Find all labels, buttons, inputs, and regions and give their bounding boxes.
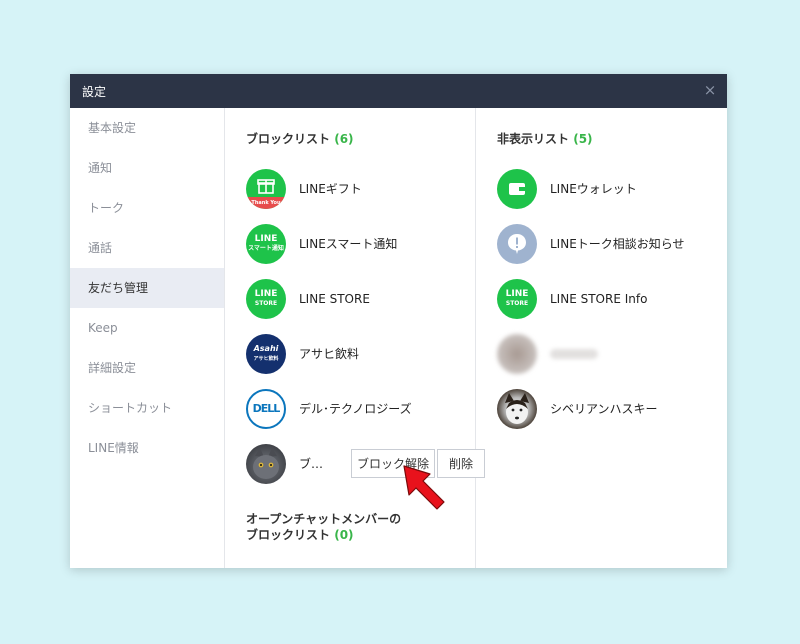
blurred-avatar xyxy=(497,333,537,374)
contact-name: LINEトーク相談お知らせ xyxy=(550,237,685,251)
husky-face-icon xyxy=(505,392,529,424)
contact-name: LINEギフト xyxy=(299,182,362,196)
hidden-list-count: (5) xyxy=(573,132,593,146)
close-icon[interactable]: × xyxy=(702,82,718,98)
contact-name: LINE STORE xyxy=(299,291,370,306)
blurred-name xyxy=(550,348,598,359)
contact-name: デル･テクノロジーズ xyxy=(299,402,412,416)
list-item[interactable]: LINEトーク相談お知らせ xyxy=(497,216,727,271)
wallet-icon xyxy=(509,182,525,195)
sidebar-item-advanced[interactable]: 詳細設定 xyxy=(70,348,224,388)
sidebar-item-calls[interactable]: 通話 xyxy=(70,228,224,268)
sidebar-item-keep[interactable]: Keep xyxy=(70,308,224,348)
list-item[interactable]: LINEウォレット xyxy=(497,161,727,216)
settings-sidebar: 基本設定 通知 トーク 通話 友だち管理 Keep 詳細設定 ショートカット L… xyxy=(70,108,225,568)
list-item[interactable]: Asahi アサヒ飲料 アサヒ飲料 xyxy=(246,326,475,381)
contact-name: アサヒ飲料 xyxy=(299,347,360,361)
contact-name: LINE STORE Info xyxy=(550,291,648,306)
contact-name: LINEスマート通知 xyxy=(299,237,398,251)
block-list-title: ブロックリスト (6) xyxy=(246,132,354,146)
sidebar-item-notifications[interactable]: 通知 xyxy=(70,148,224,188)
cat-avatar xyxy=(246,443,286,484)
list-item[interactable]: Thank You LINEギフト xyxy=(246,161,475,216)
sidebar-item-chats[interactable]: トーク xyxy=(70,188,224,228)
wallet-avatar xyxy=(497,168,537,209)
sidebar-item-about[interactable]: LINE情報 xyxy=(70,428,224,468)
contact-name: シベリアンハスキー xyxy=(550,402,658,416)
list-item[interactable]: シベリアンハスキー xyxy=(497,381,727,436)
gift-icon xyxy=(257,178,275,194)
hidden-list-title: 非表示リスト (5) xyxy=(497,132,593,146)
sidebar-item-shortcuts[interactable]: ショートカット xyxy=(70,388,224,428)
openchat-block-count: (0) xyxy=(334,528,354,542)
red-arrow-pointer-icon xyxy=(403,465,445,510)
sidebar-item-friends[interactable]: 友だち管理 xyxy=(70,268,224,308)
line-store-info-avatar: LINE STORE xyxy=(497,278,537,319)
info-avatar xyxy=(497,223,537,264)
block-list-count: (6) xyxy=(334,132,354,146)
settings-dialog: 設定 × 基本設定 通知 トーク 通話 友だち管理 Keep 詳細設定 ショート… xyxy=(70,74,727,568)
cat-face-icon xyxy=(253,447,279,479)
sidebar-item-basic[interactable]: 基本設定 xyxy=(70,108,224,148)
speech-exclamation-icon xyxy=(508,233,526,254)
list-item[interactable]: LINE STORE LINE STORE Info xyxy=(497,271,727,326)
title-bar: 設定 × xyxy=(70,74,727,108)
list-item[interactable]: LINE STORE LINE STORE xyxy=(246,271,475,326)
hidden-list-panel: 非表示リスト (5) LINEウォレット LINEトーク相談お知らせ LINE … xyxy=(476,108,727,568)
window-title: 設定 xyxy=(82,84,107,99)
contact-name: ブ… xyxy=(299,457,324,471)
list-item[interactable]: DELL デル･テクノロジーズ xyxy=(246,381,475,436)
dell-avatar: DELL xyxy=(246,388,286,429)
line-store-avatar: LINE STORE xyxy=(246,278,286,319)
contact-name: LINEウォレット xyxy=(550,182,637,196)
husky-avatar xyxy=(497,388,537,429)
list-item[interactable] xyxy=(497,326,727,381)
gift-avatar: Thank You xyxy=(246,168,286,209)
line-smart-avatar: LINE スマート通知 xyxy=(246,223,286,264)
list-item[interactable]: LINE スマート通知 LINEスマート通知 xyxy=(246,216,475,271)
asahi-avatar: Asahi アサヒ飲料 xyxy=(246,333,286,374)
gift-band: Thank You xyxy=(246,196,286,209)
